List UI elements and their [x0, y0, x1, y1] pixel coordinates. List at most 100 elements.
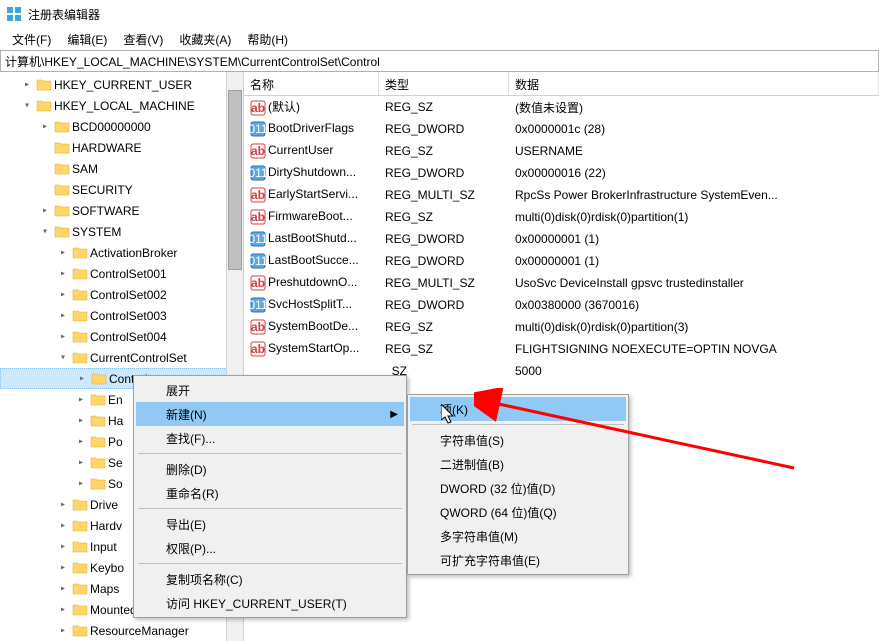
- tree-toggle-icon[interactable]: ▸: [56, 562, 70, 573]
- menu-separator: [138, 563, 402, 564]
- binary-value-icon: 011: [250, 121, 266, 137]
- folder-icon: [72, 350, 88, 366]
- list-row[interactable]: 011DirtyShutdown...REG_DWORD0x00000016 (…: [244, 162, 879, 184]
- tree-label: ControlSet004: [90, 330, 167, 344]
- list-row[interactable]: abFirmwareBoot...REG_SZmulti(0)disk(0)rd…: [244, 206, 879, 228]
- tree-toggle-icon[interactable]: ▸: [56, 310, 70, 321]
- value-name: 011BootDriverFlags: [244, 121, 379, 137]
- tree-item-ControlSet002[interactable]: ▸ControlSet002: [0, 284, 243, 305]
- tree-toggle-icon[interactable]: ▸: [56, 520, 70, 531]
- tree-toggle-icon[interactable]: ▸: [74, 436, 88, 447]
- tree-toggle-icon[interactable]: ▸: [56, 625, 70, 636]
- ctx-导出E[interactable]: 导出(E): [136, 512, 404, 536]
- ctx-删除D[interactable]: 删除(D): [136, 457, 404, 481]
- tree-item-ResourceManager[interactable]: ▸ ResourceManager: [0, 620, 243, 641]
- tree-toggle-icon[interactable]: ▸: [74, 457, 88, 468]
- svg-text:011: 011: [250, 232, 266, 246]
- ctx-重命名R[interactable]: 重命名(R): [136, 481, 404, 505]
- list-row[interactable]: ab(默认)REG_SZ(数值未设置): [244, 96, 879, 118]
- tree-item-SECURITY[interactable]: ▸SECURITY: [0, 179, 243, 200]
- ctx-new-项K[interactable]: 项(K): [410, 397, 626, 421]
- menu-separator: [412, 424, 624, 425]
- tree-toggle-icon[interactable]: ▸: [38, 205, 52, 216]
- tree-toggle-icon[interactable]: ▸: [56, 247, 70, 258]
- list-row[interactable]: abPreshutdownO...REG_MULTI_SZUsoSvc Devi…: [244, 272, 879, 294]
- ctx-new-QWORD位值Q[interactable]: QWORD (64 位)值(Q): [410, 500, 626, 524]
- tree-item-CurrentControlSet[interactable]: ▾CurrentControlSet: [0, 347, 243, 368]
- tree-item-HKEYCURRENTUSER[interactable]: ▸HKEY_CURRENT_USER: [0, 74, 243, 95]
- list-row[interactable]: 011LastBootSucce...REG_DWORD0x00000001 (…: [244, 250, 879, 272]
- tree-toggle-icon[interactable]: ▸: [56, 499, 70, 510]
- menu-edit[interactable]: 编辑(E): [59, 29, 115, 50]
- ctx-复制项名称C[interactable]: 复制项名称(C): [136, 567, 404, 591]
- value-data: multi(0)disk(0)rdisk(0)partition(3): [509, 320, 879, 334]
- tree-item-HKEYLOCALMACHINE[interactable]: ▾HKEY_LOCAL_MACHINE: [0, 95, 243, 116]
- tree-item-HARDWARE[interactable]: ▸HARDWARE: [0, 137, 243, 158]
- value-data: (数值未设置): [509, 99, 879, 116]
- tree-item-SYSTEM[interactable]: ▾SYSTEM: [0, 221, 243, 242]
- header-data[interactable]: 数据: [509, 72, 879, 95]
- list-row[interactable]: abSystemBootDe...REG_SZmulti(0)disk(0)rd…: [244, 316, 879, 338]
- tree-toggle-icon[interactable]: ▾: [56, 352, 70, 363]
- svg-text:011: 011: [250, 166, 266, 180]
- tree-toggle-icon[interactable]: ▸: [56, 331, 70, 342]
- list-row[interactable]: abCurrentUserREG_SZUSERNAME: [244, 140, 879, 162]
- app-icon: [6, 6, 22, 22]
- folder-icon: [72, 497, 88, 513]
- tree-toggle-icon[interactable]: ▸: [56, 541, 70, 552]
- tree-toggle-icon[interactable]: ▸: [56, 268, 70, 279]
- ctx-new-多字符串值M[interactable]: 多字符串值(M): [410, 524, 626, 548]
- tree-item-ControlSet003[interactable]: ▸ControlSet003: [0, 305, 243, 326]
- ctx-访问HKEYCURRENTUSERT[interactable]: 访问 HKEY_CURRENT_USER(T): [136, 591, 404, 615]
- list-row[interactable]: 011SvcHostSplitT...REG_DWORD0x00380000 (…: [244, 294, 879, 316]
- ctx-新建N[interactable]: 新建(N)▶: [136, 402, 404, 426]
- tree-toggle-icon[interactable]: ▸: [56, 583, 70, 594]
- ctx-new-字符串值S[interactable]: 字符串值(S): [410, 428, 626, 452]
- ctx-查找F[interactable]: 查找(F)...: [136, 426, 404, 450]
- tree-item-BCD00000000[interactable]: ▸BCD00000000: [0, 116, 243, 137]
- tree-label: Input: [90, 540, 117, 554]
- list-row[interactable]: 011LastBootShutd...REG_DWORD0x00000001 (…: [244, 228, 879, 250]
- tree-item-SOFTWARE[interactable]: ▸SOFTWARE: [0, 200, 243, 221]
- folder-icon: [36, 77, 52, 93]
- tree-label: Hardv: [90, 519, 122, 533]
- ctx-权限P[interactable]: 权限(P)...: [136, 536, 404, 560]
- address-bar[interactable]: 计算机\HKEY_LOCAL_MACHINE\SYSTEM\CurrentCon…: [0, 50, 879, 72]
- string-value-icon: ab: [250, 187, 266, 203]
- header-type[interactable]: 类型: [379, 72, 509, 95]
- ctx-展开[interactable]: 展开: [136, 378, 404, 402]
- list-row[interactable]: 011BootDriverFlagsREG_DWORD0x0000001c (2…: [244, 118, 879, 140]
- value-name: abSystemStartOp...: [244, 341, 379, 357]
- ctx-new-可扩充字符串值E[interactable]: 可扩充字符串值(E): [410, 548, 626, 572]
- value-data: 0x00000016 (22): [509, 166, 879, 180]
- list-row[interactable]: abEarlyStartServi...REG_MULTI_SZRpcSs Po…: [244, 184, 879, 206]
- tree-toggle-icon[interactable]: ▸: [38, 121, 52, 132]
- tree-toggle-icon[interactable]: ▸: [74, 415, 88, 426]
- tree-toggle-icon[interactable]: ▸: [56, 289, 70, 300]
- ctx-new-二进制值B[interactable]: 二进制值(B): [410, 452, 626, 476]
- tree-toggle-icon[interactable]: ▸: [74, 478, 88, 489]
- tree-item-SAM[interactable]: ▸SAM: [0, 158, 243, 179]
- tree-toggle-icon[interactable]: ▸: [56, 604, 70, 615]
- tree-item-ControlSet001[interactable]: ▸ ControlSet001: [0, 263, 243, 284]
- menu-help[interactable]: 帮助(H): [239, 29, 296, 50]
- value-type: REG_SZ: [379, 342, 509, 356]
- header-name[interactable]: 名称: [244, 72, 379, 95]
- tree-item-ActivationBroker[interactable]: ▸ActivationBroker: [0, 242, 243, 263]
- tree-toggle-icon[interactable]: ▸: [74, 394, 88, 405]
- menu-fav[interactable]: 收藏夹(A): [171, 29, 239, 50]
- tree-toggle-icon[interactable]: ▾: [20, 100, 34, 111]
- tree-scrollbar-thumb[interactable]: [228, 90, 242, 270]
- tree-label: Drive: [90, 498, 118, 512]
- tree-label: ResourceManager: [90, 624, 189, 638]
- tree-toggle-icon[interactable]: ▾: [38, 226, 52, 237]
- menu-file[interactable]: 文件(F): [4, 29, 59, 50]
- tree-toggle-icon[interactable]: ▸: [20, 79, 34, 90]
- ctx-new-DWORD位值D[interactable]: DWORD (32 位)值(D): [410, 476, 626, 500]
- value-name: abCurrentUser: [244, 143, 379, 159]
- tree-item-ControlSet004[interactable]: ▸ ControlSet004: [0, 326, 243, 347]
- list-row[interactable]: abSystemStartOp...REG_SZ FLIGHTSIGNING N…: [244, 338, 879, 360]
- tree-label: ControlSet001: [90, 267, 167, 281]
- tree-toggle-icon[interactable]: ▸: [75, 373, 89, 384]
- menu-view[interactable]: 查看(V): [115, 29, 171, 50]
